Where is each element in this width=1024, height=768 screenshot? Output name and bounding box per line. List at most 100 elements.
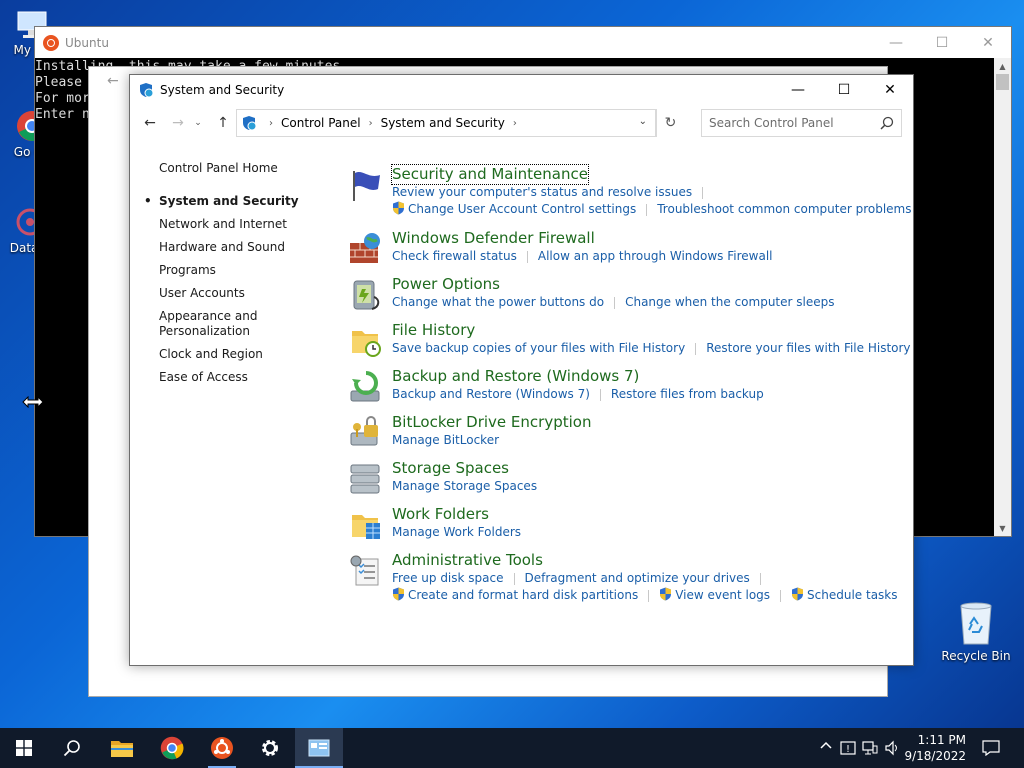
category-title[interactable]: Windows Defender Firewall [392, 229, 595, 248]
show-hidden-icons-chevron-icon[interactable] [820, 740, 832, 755]
action-center-icon[interactable] [982, 740, 1000, 759]
search-input[interactable] [702, 110, 872, 136]
backup-and-restore-link[interactable]: Backup and Restore (Windows 7) [392, 387, 590, 401]
free-up-disk-space-link[interactable]: Free up disk space [392, 571, 504, 585]
taskbar-settings[interactable] [246, 728, 294, 768]
category-security-and-maintenance: Security and Maintenance Review your com… [348, 164, 911, 229]
review-status-link[interactable]: Review your computer's status and resolv… [392, 185, 692, 199]
maximize-button[interactable]: ☐ [821, 75, 867, 105]
file-history-icon [352, 331, 381, 357]
ubuntu-maximize-button[interactable]: ☐ [919, 27, 965, 58]
taskbar: ! 1:11 PM 9/18/2022 [0, 728, 1024, 768]
left-nav-network-and-internet[interactable]: Network and Internet [159, 217, 319, 232]
power-options-icon [353, 280, 380, 310]
uac-shield-icon [660, 587, 672, 601]
ubuntu-icon [211, 737, 233, 759]
forward-arrow-icon[interactable]: → [168, 113, 188, 133]
ubuntu-titlebar[interactable]: Ubuntu — ☐ ✕ [35, 27, 1011, 58]
category-title[interactable]: File History [392, 321, 475, 340]
taskbar-chrome[interactable] [148, 728, 196, 768]
scroll-up-arrow-icon[interactable]: ▲ [994, 58, 1011, 74]
restore-files-from-backup-link[interactable]: Restore files from backup [611, 387, 764, 401]
address-bar[interactable]: › Control Panel › System and Security › … [236, 109, 656, 137]
taskbar-clock-date[interactable]: 9/18/2022 [904, 749, 966, 763]
left-nav-ease-of-access[interactable]: Ease of Access [159, 370, 319, 385]
category-list: Security and Maintenance Review your com… [348, 164, 911, 615]
allow-app-firewall-link[interactable]: Allow an app through Windows Firewall [538, 249, 773, 263]
control-panel-icon [243, 116, 257, 131]
breadcrumb-system-and-security[interactable]: System and Security [381, 116, 505, 130]
category-title[interactable]: Storage Spaces [392, 459, 509, 478]
category-title[interactable]: Backup and Restore (Windows 7) [392, 367, 639, 386]
security-alert-icon[interactable]: ! [840, 740, 856, 759]
category-title[interactable]: Work Folders [392, 505, 489, 524]
scroll-down-arrow-icon[interactable]: ▼ [994, 520, 1011, 536]
taskbar-clock-time[interactable]: 1:11 PM [918, 733, 966, 747]
close-button[interactable]: ✕ [867, 75, 913, 105]
category-title[interactable]: BitLocker Drive Encryption [392, 413, 591, 432]
minimize-button[interactable]: — [775, 75, 821, 105]
flag-icon [353, 171, 380, 201]
start-button[interactable] [0, 728, 48, 768]
storage-spaces-icon [350, 464, 380, 494]
category-file-history: File History Save backup copies of your … [348, 321, 911, 367]
up-arrow-icon[interactable]: ↑ [213, 113, 233, 133]
taskbar-file-explorer[interactable] [98, 728, 146, 768]
volume-icon[interactable] [884, 740, 900, 759]
power-buttons-link[interactable]: Change what the power buttons do [392, 295, 604, 309]
defragment-drives-link[interactable]: Defragment and optimize your drives [525, 571, 750, 585]
category-bitlocker: BitLocker Drive Encryption Manage BitLoc… [348, 413, 908, 459]
computer-sleeps-link[interactable]: Change when the computer sleeps [625, 295, 834, 309]
breadcrumb-chevron-icon[interactable]: › [513, 118, 517, 129]
terminal-scrollbar[interactable]: ▲ ▼ [994, 58, 1011, 536]
left-nav-hardware-and-sound[interactable]: Hardware and Sound [159, 240, 319, 255]
manage-storage-spaces-link[interactable]: Manage Storage Spaces [392, 479, 537, 493]
schedule-tasks-link[interactable]: Schedule tasks [807, 588, 897, 602]
control-panel-home-link[interactable]: Control Panel Home [159, 161, 319, 176]
uac-shield-icon [792, 587, 804, 601]
create-format-partitions-link[interactable]: Create and format hard disk partitions [408, 588, 638, 602]
taskbar-control-panel[interactable] [295, 728, 343, 768]
manage-bitlocker-link[interactable]: Manage BitLocker [392, 433, 499, 447]
ubuntu-close-button[interactable]: ✕ [965, 27, 1011, 58]
breadcrumb-control-panel[interactable]: Control Panel [281, 116, 361, 130]
scrollbar-thumb[interactable] [996, 74, 1009, 90]
category-windows-defender-firewall: Windows Defender Firewall Check firewall… [348, 229, 908, 275]
recent-locations-chevron-icon[interactable]: ⌄ [192, 113, 204, 133]
restore-files-file-history-link[interactable]: Restore your files with File History [706, 341, 910, 355]
breadcrumb-chevron-icon[interactable]: › [269, 118, 273, 129]
category-title[interactable]: Power Options [392, 275, 500, 294]
change-uac-settings-link[interactable]: Change User Account Control settings [408, 202, 636, 216]
left-nav-user-accounts[interactable]: User Accounts [159, 286, 319, 301]
ubuntu-minimize-button[interactable]: — [873, 27, 919, 58]
address-dropdown-chevron-icon[interactable]: ⌄ [639, 116, 647, 127]
left-nav-programs[interactable]: Programs [159, 263, 319, 278]
check-firewall-status-link[interactable]: Check firewall status [392, 249, 517, 263]
windows-logo-icon [16, 740, 32, 756]
search-box[interactable] [701, 109, 902, 137]
view-event-logs-link[interactable]: View event logs [675, 588, 770, 602]
category-title[interactable]: Administrative Tools [392, 551, 543, 570]
taskbar-ubuntu[interactable] [198, 728, 246, 768]
left-nav-appearance-and-personalization[interactable]: Appearance and Personalization [159, 309, 259, 339]
work-folders-icon [352, 515, 380, 539]
control-panel-window[interactable]: System and Security — ☐ ✕ ← → ⌄ ↑ › Cont… [129, 74, 914, 666]
control-panel-titlebar[interactable]: System and Security — ☐ ✕ [130, 75, 913, 105]
category-title[interactable]: Security and Maintenance [391, 164, 589, 185]
refresh-button[interactable]: ↻ [656, 109, 684, 137]
folder-icon [111, 741, 133, 757]
network-icon[interactable] [862, 740, 878, 759]
save-backup-copies-link[interactable]: Save backup copies of your files with Fi… [392, 341, 685, 355]
desktop-icon-recycle-bin[interactable]: Recycle Bin [940, 600, 1012, 663]
troubleshoot-link[interactable]: Troubleshoot common computer problems [657, 202, 911, 216]
back-arrow-icon[interactable]: ← [107, 73, 119, 89]
resize-cursor-icon [22, 396, 44, 408]
search-icon[interactable] [880, 116, 894, 130]
category-storage-spaces: Storage Spaces Manage Storage Spaces [348, 459, 908, 505]
left-nav-clock-and-region[interactable]: Clock and Region [159, 347, 319, 362]
breadcrumb-chevron-icon[interactable]: › [369, 118, 373, 129]
back-arrow-icon[interactable]: ← [140, 113, 160, 133]
manage-work-folders-link[interactable]: Manage Work Folders [392, 525, 521, 539]
taskbar-search-button[interactable] [48, 728, 96, 768]
left-nav-system-and-security[interactable]: System and Security [144, 194, 319, 209]
